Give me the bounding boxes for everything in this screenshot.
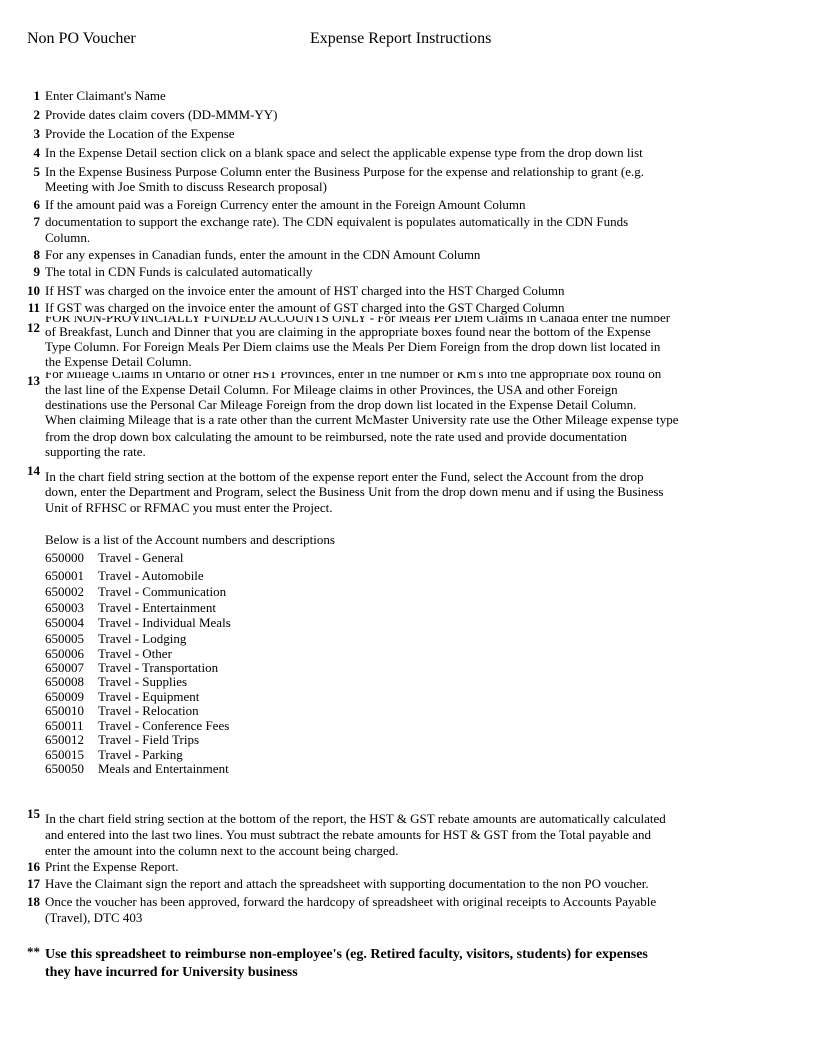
item-number: 4 <box>33 145 41 160</box>
instruction-line: enter the amount into the column next to… <box>45 843 399 858</box>
instruction-line: Provide the Location of the Expense <box>45 126 235 141</box>
instruction-line: and entered into the last two lines. You… <box>45 827 652 842</box>
instruction-line: Unit of RFHSC or RFMAC you must enter th… <box>45 500 333 515</box>
instruction-line: If GST was charged on the invoice enter … <box>45 300 565 315</box>
item-number: 6 <box>33 197 41 212</box>
instruction-line: In the chart field string section at the… <box>45 469 644 484</box>
account-row: 650003 Travel - Entertainment <box>45 600 216 616</box>
account-code: 650001 <box>45 568 84 583</box>
instruction-line: Enter Claimant's Name <box>45 88 166 103</box>
account-description: Meals and Entertainment <box>98 761 229 776</box>
account-row: 650002 Travel - Communication <box>45 584 226 600</box>
instruction-line: If the amount paid was a Foreign Currenc… <box>45 197 526 212</box>
item-number: 13 <box>27 373 40 388</box>
account-code: 650008 <box>45 674 84 689</box>
account-row: 650000 Travel - General <box>45 550 183 566</box>
item-number: 10 <box>27 283 40 298</box>
instruction-line: the Expense Detail Column. <box>45 354 192 369</box>
doc-title: Expense Report Instructions <box>310 30 492 47</box>
account-code: 650005 <box>45 631 84 646</box>
instruction-line: documentation to support the exchange ra… <box>45 214 629 229</box>
item-number: 2 <box>33 107 41 122</box>
instruction-line: down, enter the Department and Program, … <box>45 484 664 499</box>
account-row: 650012 Travel - Field Trips <box>45 732 199 748</box>
item-number: 8 <box>33 247 41 262</box>
instruction-line: In the Expense Business Purpose Column e… <box>45 164 644 179</box>
account-description: Travel - Transportation <box>98 660 219 675</box>
account-row: 650010 Travel - Relocation <box>45 703 199 719</box>
account-description: Travel - Entertainment <box>98 600 216 615</box>
account-description: Travel - Field Trips <box>98 732 200 747</box>
item-number: 3 <box>33 126 41 141</box>
account-description: Travel - Relocation <box>98 703 199 718</box>
item-number: 11 <box>27 300 40 315</box>
account-description: Travel - Equipment <box>98 689 200 704</box>
instruction-line: from the drop down box calculating the a… <box>45 429 627 444</box>
item-number: 9 <box>33 264 41 279</box>
account-code: 650050 <box>45 761 84 776</box>
item-number: 1 <box>33 88 41 103</box>
instruction-line-clipped: For Mileage Claims in Ontario or other H… <box>45 372 720 382</box>
account-code: 650000 <box>45 550 84 565</box>
account-code: 650010 <box>45 703 84 718</box>
instruction-line: destinations use the Personal Car Mileag… <box>45 397 637 412</box>
instruction-line: When claiming Mileage that is a rate oth… <box>45 412 679 427</box>
note-line: Use this spreadsheet to reimburse non-em… <box>45 947 648 962</box>
instruction-line: supporting the rate. <box>45 444 146 459</box>
item-number: 7 <box>33 214 41 229</box>
instruction-line: The total in CDN Funds is calculated aut… <box>45 264 313 279</box>
instruction-line: the last line of the Expense Detail Colu… <box>45 382 618 397</box>
item-number: 16 <box>27 859 40 874</box>
instruction-line: For any expenses in Canadian funds, ente… <box>45 247 481 262</box>
item-number: 14 <box>27 463 40 478</box>
account-code: 650003 <box>45 600 84 615</box>
instruction-line: Meeting with Joe Smith to discuss Resear… <box>45 179 327 194</box>
account-row: 650008 Travel - Supplies <box>45 674 187 690</box>
instruction-line: Column. <box>45 230 91 245</box>
account-description: Travel - Other <box>98 646 172 661</box>
instruction-line: (Travel), DTC 403 <box>45 910 143 925</box>
item-number: 15 <box>27 806 40 821</box>
instruction-line: If HST was charged on the invoice enter … <box>45 283 565 298</box>
account-description: Travel - Automobile <box>98 568 204 583</box>
account-row: 650001 Travel - Automobile <box>45 568 204 584</box>
account-row: 650050 Meals and Entertainment <box>45 761 229 777</box>
account-code: 650004 <box>45 615 84 630</box>
item-number: 12 <box>27 320 40 335</box>
account-description: Travel - Communication <box>98 584 227 599</box>
account-row: 650004 Travel - Individual Meals <box>45 615 231 631</box>
account-description: Travel - Lodging <box>98 631 187 646</box>
account-description: Travel - Parking <box>98 747 183 762</box>
instruction-line: In the chart field string section at the… <box>45 811 666 826</box>
account-description: Travel - Individual Meals <box>98 615 231 630</box>
instruction-text: For Mileage Claims in Ontario or other H… <box>45 372 662 381</box>
note-marker: ** <box>27 944 40 959</box>
account-code: 650002 <box>45 584 84 599</box>
account-description: Travel - Conference Fees <box>98 718 230 733</box>
item-number: 18 <box>27 894 40 909</box>
account-code: 650012 <box>45 732 84 747</box>
instruction-line: Provide dates claim covers (DD-MMM-YY) <box>45 107 278 122</box>
item-number: 5 <box>33 164 41 179</box>
item-number: 17 <box>27 876 40 891</box>
doc-left-title: Non PO Voucher <box>27 30 136 47</box>
instruction-line: In the Expense Detail section click on a… <box>45 145 643 160</box>
instruction-line: Type Column. For Foreign Meals Per Diem … <box>45 339 661 354</box>
instruction-line: Have the Claimant sign the report and at… <box>45 876 649 891</box>
account-row: 650005 Travel - Lodging <box>45 631 186 647</box>
instruction-line: of Breakfast, Lunch and Dinner that you … <box>45 324 651 339</box>
accounts-intro: Below is a list of the Account numbers a… <box>45 532 335 547</box>
account-description: Travel - Supplies <box>98 674 188 689</box>
instruction-line: Once the voucher has been approved, forw… <box>45 894 657 909</box>
account-description: Travel - General <box>98 550 184 565</box>
instruction-line: Print the Expense Report. <box>45 859 179 874</box>
note-line: they have incurred for University busine… <box>45 965 298 980</box>
